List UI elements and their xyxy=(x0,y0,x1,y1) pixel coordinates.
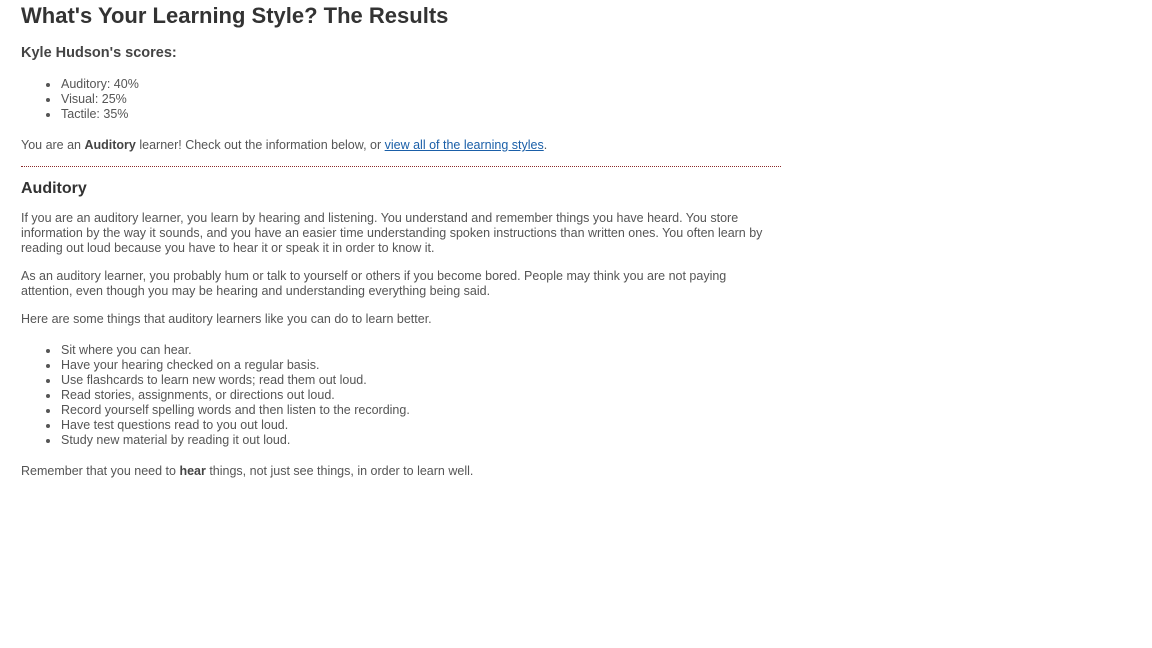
view-all-learning-styles-link[interactable]: view all of the learning styles xyxy=(385,138,544,152)
list-item: Read stories, assignments, or directions… xyxy=(21,388,410,403)
closing-prefix: Remember that you need to xyxy=(21,464,180,478)
closing-statement: Remember that you need to hear things, n… xyxy=(21,464,473,479)
page-title: What's Your Learning Style? The Results xyxy=(21,3,449,28)
list-item: Have test questions read to you out loud… xyxy=(21,418,410,433)
closing-emphasis: hear xyxy=(179,464,206,478)
result-middle: learner! Check out the information below… xyxy=(135,138,385,152)
score-auditory: Auditory: 40% xyxy=(21,77,139,92)
result-summary: You are an Auditory learner! Check out t… xyxy=(21,138,547,153)
score-visual: Visual: 25% xyxy=(21,92,139,107)
closing-suffix: things, not just see things, in order to… xyxy=(205,464,474,478)
score-tactile: Tactile: 35% xyxy=(21,107,139,122)
result-style: Auditory xyxy=(84,138,136,152)
section-heading: Auditory xyxy=(21,180,87,197)
result-prefix: You are an xyxy=(21,138,85,152)
list-item: Study new material by reading it out lou… xyxy=(21,433,410,448)
scores-list: Auditory: 40% Visual: 25% Tactile: 35% xyxy=(21,77,139,122)
list-item: Sit where you can hear. xyxy=(21,343,410,358)
section-divider xyxy=(21,166,781,167)
scores-heading: Kyle Hudson's scores: xyxy=(21,45,177,61)
list-item: Have your hearing checked on a regular b… xyxy=(21,358,410,373)
list-item: Use flashcards to learn new words; read … xyxy=(21,373,410,388)
description-paragraph-1: If you are an auditory learner, you lear… xyxy=(21,211,763,255)
description-paragraph-2: As an auditory learner, you probably hum… xyxy=(21,269,727,298)
list-item: Record yourself spelling words and then … xyxy=(21,403,410,418)
tips-list: Sit where you can hear. Have your hearin… xyxy=(21,343,410,448)
results-page: What's Your Learning Style? The Results … xyxy=(0,0,1152,648)
tips-intro: Here are some things that auditory learn… xyxy=(21,312,432,326)
result-suffix: . xyxy=(543,138,548,152)
